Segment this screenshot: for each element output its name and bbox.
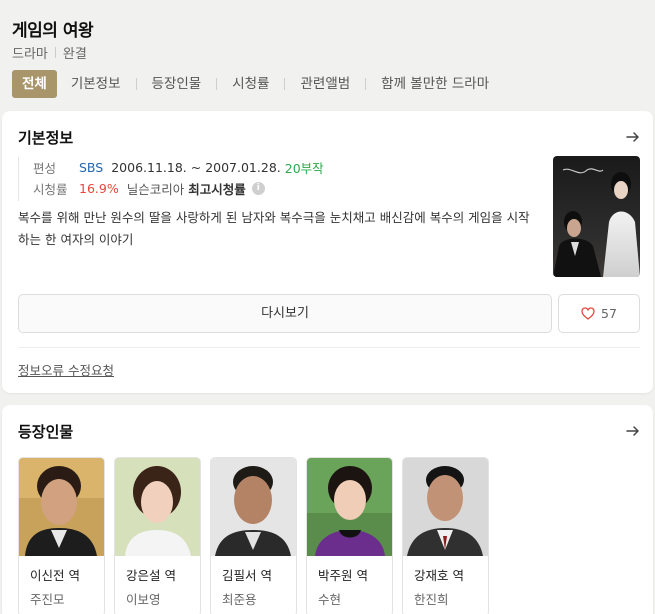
- heart-outline-icon: [581, 307, 595, 320]
- cast-actor: 주진모: [30, 592, 65, 607]
- cast-role: 이신전 역: [30, 568, 80, 583]
- channel-link[interactable]: SBS: [79, 160, 103, 175]
- replay-button[interactable]: 다시보기: [18, 294, 552, 333]
- cast-item[interactable]: 김필서 역 최준용: [210, 457, 297, 614]
- rating-value: 16.9%: [79, 181, 119, 196]
- poster-image[interactable]: [553, 156, 640, 277]
- page-title: 게임의 여왕: [12, 21, 94, 41]
- cast-title: 등장인물: [18, 423, 74, 441]
- cast-item[interactable]: 이신전 역 주진모: [18, 457, 105, 614]
- schedule-label: 편성: [33, 161, 57, 176]
- schedule-row: 편성 SBS 2006.11.18. ~ 2007.01.28. 20부작: [33, 157, 324, 178]
- header-meta: 드라마 완결: [12, 43, 87, 62]
- rating-note: 최고시청률: [188, 182, 246, 197]
- tab-ratings[interactable]: 시청률: [221, 70, 280, 98]
- basic-info-card: 기본정보 편성 SBS 2006.11.18. ~ 2007.01.28. 20…: [2, 111, 653, 393]
- like-count: 57: [601, 306, 617, 321]
- tab-divider: [365, 78, 367, 90]
- cast-role: 강은설 역: [126, 568, 176, 583]
- tab-basic-info[interactable]: 기본정보: [57, 70, 132, 98]
- tab-similar-dramas[interactable]: 함께 볼만한 드라마: [370, 70, 500, 98]
- cast-role: 박주원 역: [318, 568, 368, 583]
- report-error-link[interactable]: 정보오류 수정요청: [18, 360, 114, 379]
- rating-label: 시청률: [33, 182, 68, 197]
- cast-card: 등장인물 이신전 역 주진모 강은설 역 이보영 김필서 역 최준용 박주원 역…: [2, 405, 653, 614]
- cast-actor: 수현: [318, 592, 342, 607]
- cast-actor: 최준용: [222, 592, 257, 607]
- rating-row: 시청률 16.9% 닐슨코리아 최고시청률 i: [33, 178, 324, 199]
- info-block: 편성 SBS 2006.11.18. ~ 2007.01.28. 20부작 시청…: [18, 157, 324, 201]
- cast-actor: 이보영: [126, 592, 161, 607]
- cast-role: 강재호 역: [414, 568, 464, 583]
- air-dates: 2006.11.18. ~ 2007.01.28.: [111, 160, 281, 175]
- status-label: 완결: [62, 47, 87, 62]
- arrow-right-icon[interactable]: [625, 423, 641, 439]
- cast-photo: [307, 458, 392, 556]
- cast-item[interactable]: 강재호 역 한진희: [402, 457, 489, 614]
- tab-albums[interactable]: 관련앨범: [289, 70, 361, 98]
- info-icon[interactable]: i: [251, 182, 265, 195]
- episode-count: 20부작: [284, 161, 324, 176]
- tab-divider: [135, 78, 137, 90]
- rating-source: 닐슨코리아: [126, 182, 185, 197]
- cast-photo: [403, 458, 488, 556]
- tab-bar: 전체 기본정보 등장인물 시청률 관련앨범 함께 볼만한 드라마: [12, 70, 500, 98]
- cast-list: 이신전 역 주진모 강은설 역 이보영 김필서 역 최준용 박주원 역 수현 강…: [18, 457, 498, 614]
- tab-divider: [284, 78, 286, 90]
- tab-divider: [216, 78, 218, 90]
- cast-item[interactable]: 강은설 역 이보영: [114, 457, 201, 614]
- divider: [18, 347, 640, 348]
- cast-photo: [19, 458, 104, 556]
- cast-role: 김필서 역: [222, 568, 272, 583]
- page-header: 게임의 여왕 드라마 완결 전체 기본정보 등장인물 시청률 관련앨범 함께 볼…: [0, 0, 655, 110]
- genre-label: 드라마: [12, 47, 48, 62]
- cast-photo: [211, 458, 296, 556]
- tab-cast[interactable]: 등장인물: [141, 70, 213, 98]
- tab-all[interactable]: 전체: [12, 70, 57, 98]
- arrow-right-icon[interactable]: [625, 129, 641, 145]
- meta-divider: [54, 47, 56, 58]
- like-button[interactable]: 57: [558, 294, 640, 333]
- cast-item[interactable]: 박주원 역 수현: [306, 457, 393, 614]
- basic-info-title: 기본정보: [18, 129, 74, 147]
- synopsis: 복수를 위해 만난 원수의 딸을 사랑하게 된 남자와 복수극을 눈치채고 배신…: [18, 210, 530, 247]
- cast-photo: [115, 458, 200, 556]
- cast-actor: 한진희: [414, 592, 449, 607]
